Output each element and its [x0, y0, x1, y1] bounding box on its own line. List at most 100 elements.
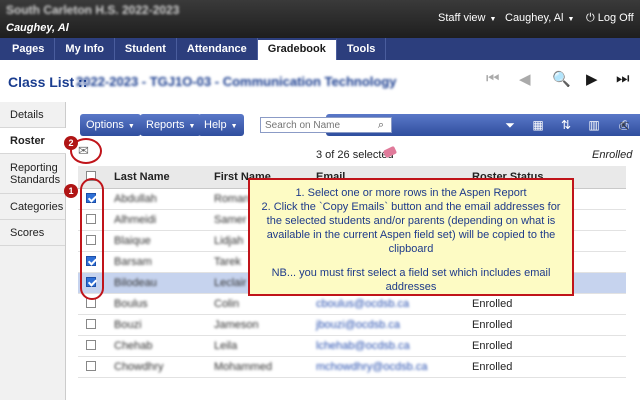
checkbox-highlight — [80, 178, 104, 300]
cell-first-name: Roman — [214, 189, 249, 210]
tab-my-info[interactable]: My Info — [55, 38, 115, 60]
cell-email[interactable]: jbouzi@ocdsb.ca — [316, 315, 400, 336]
tab-student[interactable]: Student — [115, 38, 177, 60]
first-name-text: Leclair — [214, 277, 247, 289]
row-checkbox[interactable] — [86, 315, 96, 336]
first-name-text: Samer — [214, 214, 247, 226]
table-row[interactable]: Chowdhry Mohammed mchowdhry@ocdsb.ca Enroll… — [78, 357, 626, 378]
first-name-text: Leila — [214, 340, 238, 352]
main-tabs: Pages My Info Student Attendance Gradebo… — [0, 38, 640, 60]
search-icon[interactable]: ⌕ — [374, 118, 388, 132]
column-header-last-name[interactable]: Last Name — [114, 166, 170, 189]
cell-last-name[interactable]: Barsam — [114, 252, 152, 273]
tab-pages[interactable]: Pages — [2, 38, 56, 60]
cell-last-name[interactable]: Alhmeidi — [114, 210, 156, 231]
chevron-down-icon: ▼ — [567, 16, 575, 23]
tab-tools[interactable]: Tools — [337, 38, 387, 60]
search-input[interactable] — [260, 117, 392, 133]
cell-last-name[interactable]: Abdullah — [114, 189, 157, 210]
chart-icon[interactable]: ▥ — [586, 117, 602, 133]
sidebar-item-categories[interactable]: Categories — [0, 194, 65, 220]
last-name-text: Chehab — [114, 340, 153, 352]
step-badge-2: 2 — [64, 136, 78, 150]
last-name-text: Abdullah — [114, 193, 157, 205]
staff-view-menu[interactable]: Staff view ▼ — [438, 12, 496, 24]
cell-email[interactable]: mchowdhry@ocdsb.ca — [316, 357, 427, 378]
table-row[interactable]: Boulus Colin cboulus@ocdsb.ca Enrolled — [78, 294, 626, 315]
last-name-text: Chowdhry — [114, 361, 164, 373]
cell-last-name[interactable]: Chehab — [114, 336, 153, 357]
prev-icon[interactable]: ◀ — [519, 70, 531, 88]
expand-icon[interactable]: ⇱ — [620, 120, 629, 133]
tab-attendance[interactable]: Attendance — [177, 38, 258, 60]
cell-first-name: Mohammed — [214, 357, 272, 378]
selection-count: 3 of 26 selected — [316, 149, 394, 161]
reports-button[interactable]: Reports ▼ — [140, 114, 202, 136]
cell-first-name: Jameson — [214, 315, 259, 336]
email-link[interactable]: lchehab@ocdsb.ca — [316, 340, 410, 352]
cell-first-name: Samer — [214, 210, 246, 231]
first-name-text: Tarek — [214, 256, 241, 268]
first-page-icon[interactable]: ⏮ — [486, 70, 500, 87]
class-name: 2022-2023 - TGJ1O-03 - Communication Tec… — [76, 74, 397, 89]
email-link[interactable]: mchowdhry@ocdsb.ca — [316, 361, 427, 373]
email-link[interactable]: jbouzi@ocdsb.ca — [316, 319, 400, 331]
top-header: South Carleton H.S. 2022-2023 Caughey, A… — [0, 0, 640, 38]
last-name-text: Bouzi — [114, 319, 142, 331]
callout-note: NB... you must first select a field set … — [271, 267, 551, 293]
cell-first-name: Leclair — [214, 273, 246, 294]
callout-step-2: 2. Click the `Copy Emails` button and th… — [261, 201, 561, 255]
cell-last-name[interactable]: Boulus — [114, 294, 148, 315]
chevron-down-icon: ▼ — [230, 123, 238, 130]
email-link[interactable]: cboulus@ocdsb.ca — [316, 298, 409, 310]
last-name-text: Boulus — [114, 298, 148, 310]
last-name-text: Barsam — [114, 256, 152, 268]
row-checkbox[interactable] — [86, 357, 96, 378]
sort-icon[interactable]: ⇅ — [558, 117, 574, 133]
first-name-text: Colin — [214, 298, 240, 310]
cell-email[interactable]: lchehab@ocdsb.ca — [316, 336, 410, 357]
tab-gradebook[interactable]: Gradebook — [257, 38, 337, 60]
row-checkbox[interactable] — [86, 336, 96, 357]
cell-first-name: Colin — [214, 294, 239, 315]
last-page-icon[interactable]: ⏭ — [616, 70, 630, 87]
sidebar-item-reporting-standards[interactable]: Reporting Standards — [0, 154, 65, 194]
enrolled-filter[interactable]: Enrolled — [592, 149, 632, 161]
cell-first-name: Lidjah — [214, 231, 243, 252]
cell-last-name[interactable]: Bouzi — [114, 315, 142, 336]
filter-icon[interactable]: ⏷ — [502, 117, 518, 133]
cell-first-name: Leila — [214, 336, 237, 357]
options-button[interactable]: Options ▼ — [80, 114, 141, 136]
help-button[interactable]: Help ▼ — [198, 114, 244, 136]
table-row[interactable]: Chehab Leila lchehab@ocdsb.ca Enrolled — [78, 336, 626, 357]
next-icon[interactable]: ▶ — [586, 70, 598, 88]
step-badge-1: 1 — [64, 184, 78, 198]
last-name-text: Blaique — [114, 235, 151, 247]
sidebar-item-details[interactable]: Details — [0, 102, 65, 128]
first-name-text: Roman — [214, 193, 250, 205]
log-off-button[interactable]: ⏻ Log Off — [586, 12, 634, 25]
chevron-down-icon: ▼ — [127, 123, 135, 130]
first-name-text: Mohammed — [214, 361, 273, 373]
sidebar: Details Roster Reporting Standards Categ… — [0, 102, 66, 400]
table-row[interactable]: Bouzi Jameson jbouzi@ocdsb.ca Enrolled — [78, 315, 626, 336]
grid-icon[interactable]: ▦ — [530, 117, 546, 133]
cell-last-name[interactable]: Bilodeau — [114, 273, 157, 294]
sidebar-item-roster[interactable]: Roster — [0, 128, 66, 154]
eraser-icon[interactable] — [382, 145, 398, 159]
cell-email[interactable]: cboulus@ocdsb.ca — [316, 294, 409, 315]
cell-last-name[interactable]: Chowdhry — [114, 357, 164, 378]
last-name-text: Alhmeidi — [114, 214, 157, 226]
callout-step-1: 1. Select one or more rows in the Aspen … — [295, 187, 527, 199]
cell-last-name[interactable]: Blaique — [114, 231, 151, 252]
search-icon[interactable]: 🔍 — [552, 70, 571, 88]
cell-roster-status: Enrolled — [472, 298, 513, 310]
user-menu[interactable]: Caughey, Al ▼ — [505, 12, 574, 24]
user-subtitle: Caughey, Al — [6, 22, 69, 34]
cell-roster-status: Enrolled — [472, 340, 513, 352]
sidebar-item-scores[interactable]: Scores — [0, 220, 65, 246]
instruction-callout: 1. Select one or more rows in the Aspen … — [248, 178, 574, 296]
power-icon: ⏻ — [586, 12, 598, 24]
school-name: South Carleton H.S. 2022-2023 — [6, 3, 180, 17]
cell-roster-status: Enrolled — [472, 319, 513, 331]
